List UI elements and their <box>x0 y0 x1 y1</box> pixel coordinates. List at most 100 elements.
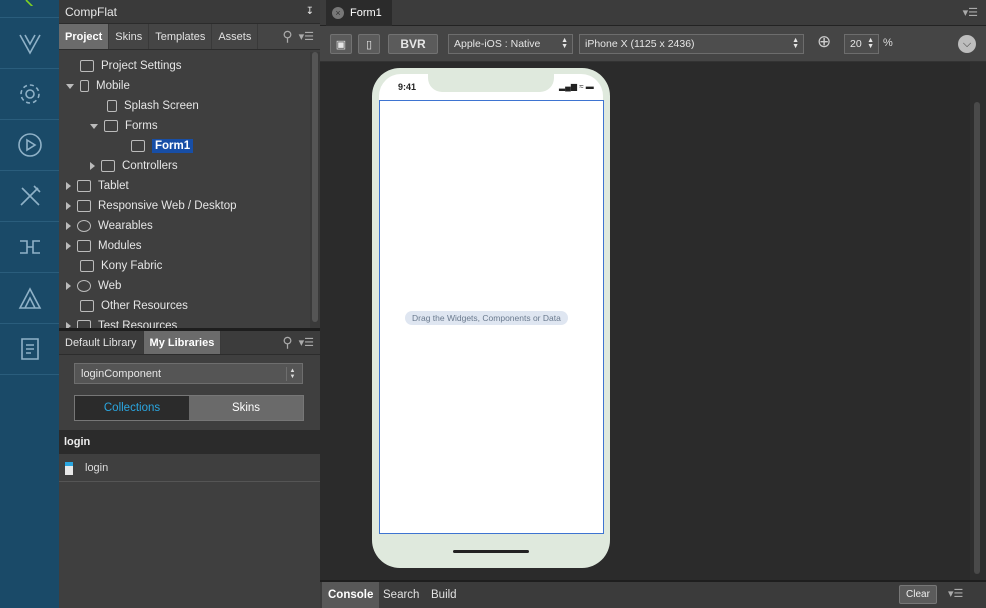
folder-icon <box>101 160 115 172</box>
tab-assets[interactable]: Assets <box>212 24 259 49</box>
notch-cutout <box>428 68 554 92</box>
panel-menu-icon[interactable]: ▾☰ <box>948 587 963 600</box>
segment-collections[interactable]: Collections <box>75 396 189 420</box>
tab-project[interactable]: Project <box>59 24 110 49</box>
folder-icon <box>80 300 94 312</box>
watch-icon <box>77 220 91 232</box>
document-icon[interactable] <box>0 324 59 375</box>
globe-icon <box>77 280 91 292</box>
splash-icon <box>107 100 117 112</box>
close-icon[interactable]: × <box>332 7 344 19</box>
tree-item-web[interactable]: Web <box>66 276 121 296</box>
chevron-down-icon[interactable]: ⌵ <box>958 35 976 53</box>
platform-select[interactable]: Apple-iOS : Native ▲ ▼ <box>448 34 573 54</box>
tree-item-tablet[interactable]: Tablet <box>66 176 129 196</box>
tab-skins[interactable]: Skins <box>109 24 150 49</box>
library-segmented-control: Collections Skins <box>74 395 304 421</box>
tree-item-test-resources[interactable]: Test Resources <box>66 316 177 328</box>
segment-skins[interactable]: Skins <box>189 396 303 420</box>
build-tools-icon[interactable] <box>0 171 59 222</box>
settings-gear-icon[interactable] <box>0 69 59 120</box>
forms-icon <box>104 120 118 132</box>
library-select[interactable]: loginComponent ▲ ▼ <box>74 363 303 384</box>
tab-build[interactable]: Build <box>425 582 463 608</box>
status-bar: 9:41 ▂▄▆ ≈ ▬ <box>379 68 603 100</box>
form-screen[interactable]: Drag the Widgets, Components or Data <box>379 100 604 534</box>
tree-item-other-resources[interactable]: Other Resources <box>80 296 188 316</box>
phone-frame: 9:41 ▂▄▆ ≈ ▬ Drag the Widgets, Component… <box>372 68 610 568</box>
tree-item-wearables[interactable]: Wearables <box>66 216 153 236</box>
tree-item-form1[interactable]: Form1 <box>131 136 194 156</box>
bvr-button[interactable]: BVR <box>388 34 438 54</box>
collapse-chevron-icon[interactable] <box>66 222 71 230</box>
search-icon[interactable]: ⚲ <box>282 334 292 351</box>
tree-item-splash-screen[interactable]: Splash Screen <box>107 96 199 116</box>
tab-form1[interactable]: × Form1 <box>326 0 392 26</box>
panel-menu-icon[interactable]: ▾☰ <box>299 30 314 43</box>
tab-default-library[interactable]: Default Library <box>59 331 144 354</box>
fabric-icon <box>80 260 94 272</box>
panel-menu-icon[interactable]: ▾☰ <box>299 336 314 349</box>
collapse-chevron-icon[interactable] <box>66 202 71 210</box>
select-arrows-icon: ▲ ▼ <box>792 37 799 50</box>
home-indicator <box>453 550 529 553</box>
integration-icon[interactable] <box>0 222 59 273</box>
left-icon-rail <box>0 0 59 608</box>
design-tools-icon[interactable] <box>0 273 59 324</box>
collapse-chevron-icon[interactable] <box>90 162 95 170</box>
run-play-icon[interactable] <box>0 120 59 171</box>
tab-my-libraries[interactable]: My Libraries <box>143 331 222 354</box>
tree-item-modules[interactable]: Modules <box>66 236 141 256</box>
pin-icon[interactable]: ↧ <box>306 6 314 17</box>
section-header: login <box>59 430 320 454</box>
project-name: CompFlat <box>65 4 118 19</box>
tab-search[interactable]: Search <box>377 582 425 608</box>
search-icon[interactable]: ⚲ <box>282 28 292 45</box>
editor-toolbar: ▣ ▯ BVR Apple-iOS : Native ▲ ▼ iPhone X (1… <box>320 26 986 62</box>
folder-icon <box>77 320 91 328</box>
kony-logo-icon[interactable] <box>0 0 59 18</box>
panel-menu-icon[interactable]: ▾☰ <box>963 6 978 19</box>
folder-icon <box>77 240 91 252</box>
status-time: 9:41 <box>398 82 417 92</box>
select-arrows-icon: ▲ ▼ <box>867 37 874 50</box>
signal-wifi-battery-icon: ▂▄▆ ≈ ▬ <box>559 82 594 91</box>
tree-item-kony-fabric[interactable]: Kony Fabric <box>80 256 162 276</box>
tree-item-controllers[interactable]: Controllers <box>90 156 178 176</box>
collapse-chevron-icon[interactable] <box>66 242 71 250</box>
visualizer-logo-icon[interactable] <box>0 18 59 69</box>
device-select[interactable]: iPhone X (1125 x 2436) ▲ ▼ <box>579 34 804 54</box>
design-canvas[interactable]: 9:41 ▂▄▆ ≈ ▬ Drag the Widgets, Component… <box>320 62 986 580</box>
tab-templates[interactable]: Templates <box>149 24 213 49</box>
form-icon <box>131 140 145 152</box>
expand-chevron-icon[interactable] <box>66 83 74 89</box>
tree-item-forms[interactable]: Forms <box>90 116 158 136</box>
device-orientation-icon[interactable]: ▯ <box>358 34 380 54</box>
settings-sheet-icon <box>80 60 94 72</box>
select-arrows-icon: ▲ ▼ <box>561 37 568 50</box>
console-bar: Console Search Build Clear ▾☰ <box>320 580 986 608</box>
expand-chevron-icon[interactable] <box>90 123 98 129</box>
select-arrows-icon: ▲ ▼ <box>286 367 298 381</box>
drop-hint: Drag the Widgets, Components or Data <box>405 311 568 325</box>
project-tree: Project Settings Mobile Splash Screen Fo… <box>59 52 309 328</box>
mobile-icon <box>80 80 89 92</box>
tree-item-mobile[interactable]: Mobile <box>66 76 130 96</box>
tree-scrollbar[interactable] <box>310 52 320 328</box>
collapse-chevron-icon[interactable] <box>66 322 71 328</box>
canvas-scrollbar[interactable] <box>970 62 986 580</box>
clear-button[interactable]: Clear <box>899 585 937 604</box>
editor-area: × Form1 ▾☰ ▣ ▯ BVR Apple-iOS : Native ▲ ▼ … <box>320 0 986 580</box>
list-item[interactable]: login <box>59 455 320 482</box>
desktop-icon <box>77 200 91 212</box>
collapse-chevron-icon[interactable] <box>66 282 71 290</box>
layout-toggle-icon[interactable]: ▣ <box>330 34 352 54</box>
tab-console[interactable]: Console <box>322 582 380 608</box>
tree-item-responsive-web[interactable]: Responsive Web / Desktop <box>66 196 237 216</box>
zoom-icon[interactable]: ⊕ <box>817 32 831 52</box>
library-panel: Default Library My Libraries ⚲ ▾☰ loginC… <box>59 329 320 608</box>
list-item-label: login <box>85 462 109 474</box>
tree-item-project-settings[interactable]: Project Settings <box>80 56 182 76</box>
collapse-chevron-icon[interactable] <box>66 182 71 190</box>
zoom-input[interactable]: 20 ▲ ▼ <box>844 34 879 54</box>
